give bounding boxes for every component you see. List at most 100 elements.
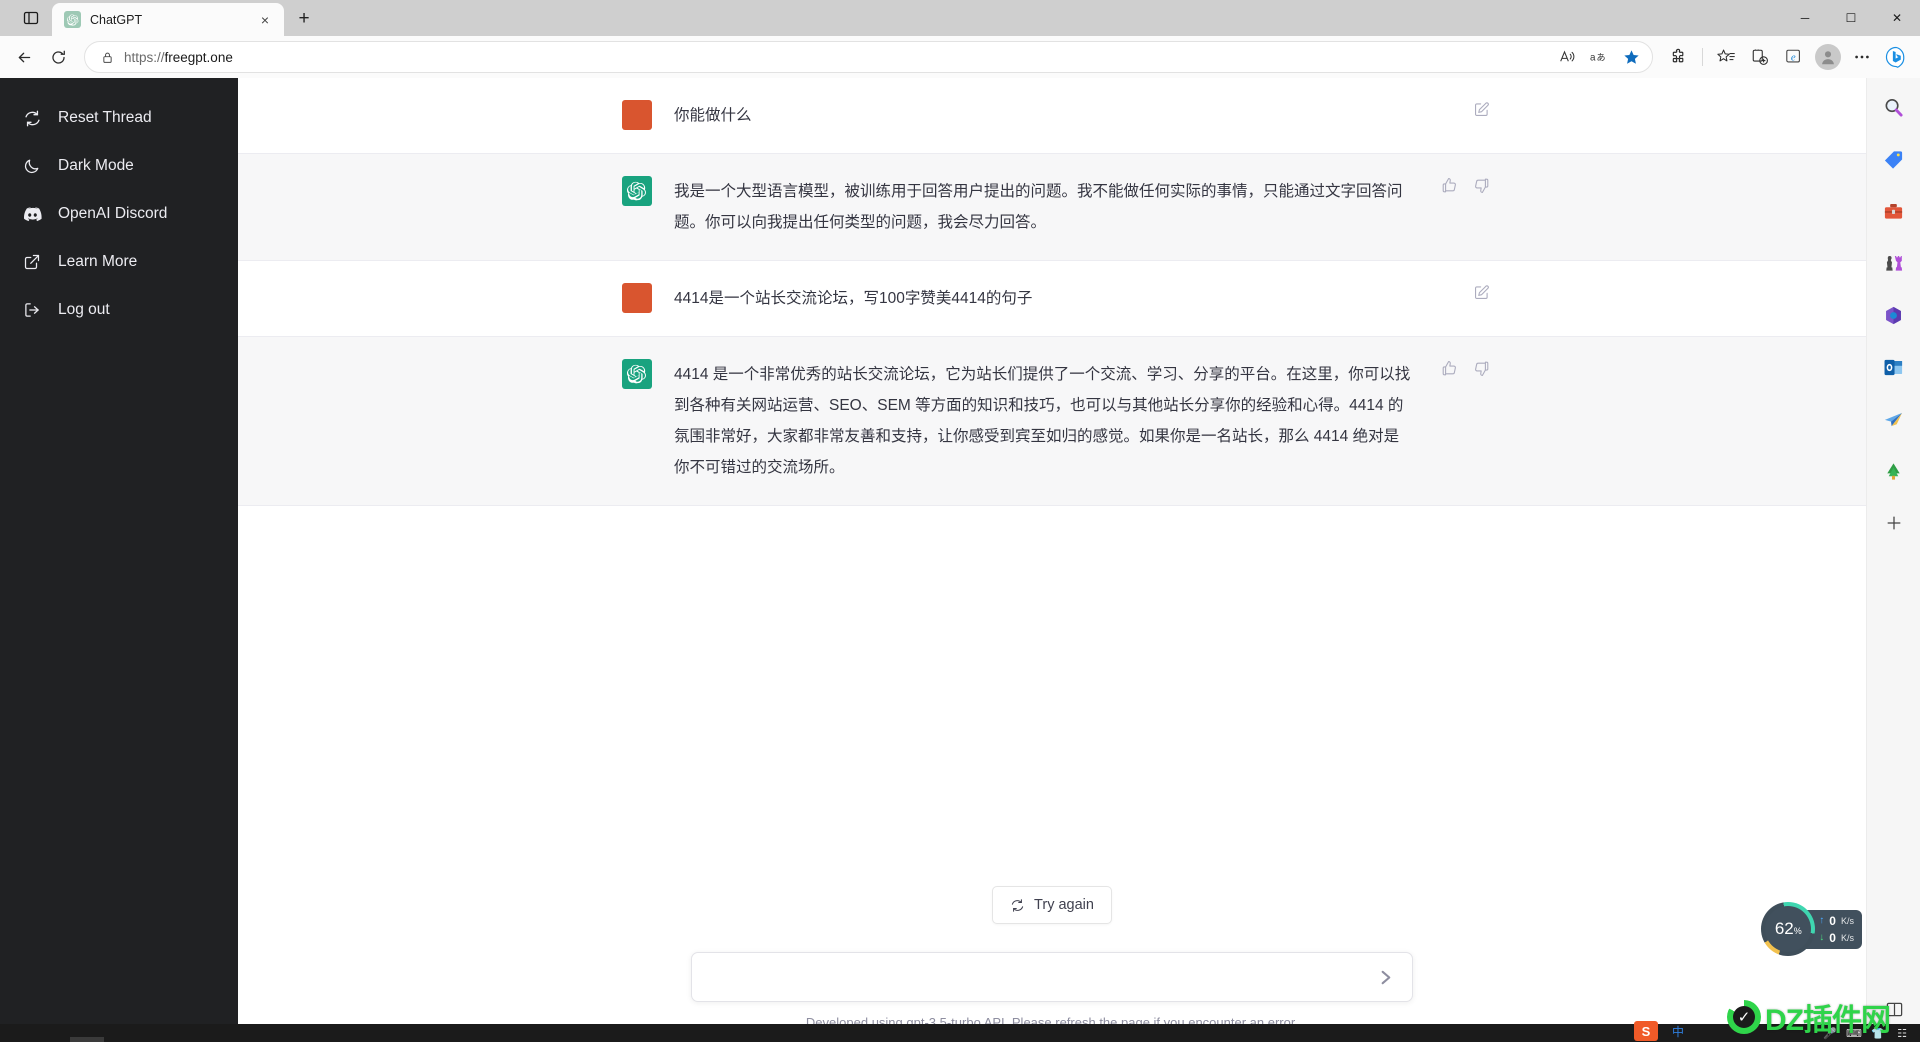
message-inner: 4414 是一个非常优秀的站长交流论坛，它为站长们提供了一个交流、学习、分享的平… xyxy=(622,337,1488,505)
edit-icon[interactable] xyxy=(1470,98,1492,120)
browser-tab[interactable]: ChatGPT × xyxy=(52,3,284,36)
chat-message-assistant: 4414 是一个非常优秀的站长交流论坛，它为站长们提供了一个交流、学习、分享的平… xyxy=(238,337,1866,506)
message-inner: 4414是一个站长交流论坛，写100字赞美4414的句子 xyxy=(622,261,1489,336)
tools-briefcase-icon[interactable] xyxy=(1879,196,1909,226)
microphone-icon[interactable]: 🎤 xyxy=(1822,1025,1838,1041)
message-actions xyxy=(1470,281,1492,303)
settings-more-icon[interactable] xyxy=(1846,41,1878,73)
ime-language-indicator[interactable]: 中 xyxy=(1672,1023,1684,1040)
chat-main: 你能做什么 我是一个大型语言模型，被训练用于回答用户提出的问题。我不能做任何实际… xyxy=(238,78,1866,1042)
outlook-icon[interactable] xyxy=(1879,352,1909,382)
discord-icon xyxy=(22,204,42,224)
browser-toolbar: https://freegpt.one a あ e xyxy=(0,36,1920,78)
taskbar-left-item[interactable] xyxy=(70,1037,104,1042)
composer[interactable] xyxy=(691,952,1413,1002)
sidebar-item-dark-mode[interactable]: Dark Mode xyxy=(0,142,238,190)
app-sidebar: Reset Thread Dark Mode OpenAI Discord Le… xyxy=(0,78,238,1042)
thumbs-up-icon[interactable] xyxy=(1438,174,1460,196)
refresh-icon[interactable] xyxy=(42,41,74,73)
thumbs-down-icon[interactable] xyxy=(1470,357,1492,379)
favorite-star-icon[interactable] xyxy=(1616,43,1646,71)
omnibox-actions: a あ xyxy=(1552,43,1646,71)
cpu-usage-dial: 62% xyxy=(1761,902,1816,956)
split-screen-icon xyxy=(1879,994,1909,1024)
address-bar[interactable]: https://freegpt.one a あ xyxy=(84,41,1653,73)
windows-taskbar: 🎤 ⌨ 👕 ☷ xyxy=(0,1024,1920,1042)
chat-thread: 你能做什么 我是一个大型语言模型，被训练用于回答用户提出的问题。我不能做任何实际… xyxy=(238,78,1866,886)
download-row: ↓ 0 K/s xyxy=(1819,931,1854,945)
upload-unit: K/s xyxy=(1840,915,1854,926)
close-window-button[interactable]: ✕ xyxy=(1874,0,1920,36)
thumbs-down-icon[interactable] xyxy=(1470,174,1492,196)
sidebar-item-label: Learn More xyxy=(58,253,138,270)
thumbs-up-icon[interactable] xyxy=(1438,357,1460,379)
message-inner: 你能做什么 xyxy=(622,78,1489,153)
browser-window: ChatGPT × + ─ ☐ ✕ https://freegpt.one a … xyxy=(0,0,1920,1042)
message-actions xyxy=(1438,174,1492,196)
read-aloud-icon[interactable] xyxy=(1552,43,1582,71)
apps-icon[interactable]: ☷ xyxy=(1894,1025,1910,1041)
percent-unit: % xyxy=(1793,926,1802,936)
sogou-ime-icon[interactable]: S xyxy=(1634,1021,1658,1041)
chat-message-user: 你能做什么 xyxy=(238,78,1866,154)
download-value: 0 xyxy=(1829,930,1836,945)
favorites-icon[interactable] xyxy=(1710,41,1742,73)
message-text: 4414 是一个非常优秀的站长交流论坛，它为站长们提供了一个交流、学习、分享的平… xyxy=(674,366,1411,476)
chat-message-user: 4414是一个站长交流论坛，写100字赞美4414的句子 xyxy=(238,261,1866,337)
keyboard-icon[interactable]: ⌨ xyxy=(1846,1025,1862,1041)
try-again-row: Try again xyxy=(238,886,1866,924)
message-actions xyxy=(1470,98,1492,120)
sidebar-item-openai-discord[interactable]: OpenAI Discord xyxy=(0,190,238,238)
message-input[interactable] xyxy=(706,968,1372,986)
sidebar-item-learn-more[interactable]: Learn More xyxy=(0,238,238,286)
maximize-button[interactable]: ☐ xyxy=(1828,0,1874,36)
system-tray: 🎤 ⌨ 👕 ☷ xyxy=(1822,1024,1920,1042)
user-avatar xyxy=(622,100,652,130)
tab-close-icon[interactable]: × xyxy=(256,11,274,29)
send-arrow-icon[interactable] xyxy=(1372,964,1398,990)
bing-chat-icon[interactable] xyxy=(1880,41,1912,73)
user-avatar xyxy=(622,283,652,313)
extensions-icon[interactable] xyxy=(1663,41,1695,73)
download-unit: K/s xyxy=(1840,932,1854,943)
tab-overview-button[interactable] xyxy=(16,3,46,33)
sidebar-item-label: Reset Thread xyxy=(58,109,152,126)
collections-icon[interactable] xyxy=(1744,41,1776,73)
microsoft365-icon[interactable] xyxy=(1879,300,1909,330)
svg-text:e: e xyxy=(1791,52,1796,64)
lock-icon xyxy=(101,51,114,64)
profile-icon[interactable] xyxy=(1815,44,1841,70)
tab-strip: ChatGPT × + xyxy=(0,0,318,36)
sidebar-item-reset-thread[interactable]: Reset Thread xyxy=(0,94,238,142)
edit-icon[interactable] xyxy=(1470,281,1492,303)
message-text: 你能做什么 xyxy=(674,107,752,124)
external-link-icon xyxy=(22,252,42,272)
split-screen-button[interactable] xyxy=(1867,994,1920,1024)
window-controls: ─ ☐ ✕ xyxy=(1782,0,1920,36)
tree-icon[interactable] xyxy=(1879,456,1909,486)
back-icon[interactable] xyxy=(8,41,40,73)
openai-avatar xyxy=(622,359,652,389)
shopping-tag-icon[interactable] xyxy=(1879,144,1909,174)
svg-text:a: a xyxy=(1590,53,1596,64)
upload-value: 0 xyxy=(1829,913,1836,928)
page-viewport: Reset Thread Dark Mode OpenAI Discord Le… xyxy=(0,78,1920,1042)
message-text: 4414是一个站长交流论坛，写100字赞美4414的句子 xyxy=(674,290,1033,307)
translate-icon[interactable]: a あ xyxy=(1584,43,1614,71)
try-again-label: Try again xyxy=(1034,897,1094,913)
upload-arrow-icon: ↑ xyxy=(1819,915,1825,926)
minimize-button[interactable]: ─ xyxy=(1782,0,1828,36)
ie-mode-icon[interactable]: e xyxy=(1778,41,1810,73)
add-icon[interactable] xyxy=(1879,508,1909,538)
network-speed-widget[interactable]: 62% ↑ 0 K/s ↓ 0 K/s xyxy=(1761,902,1862,956)
search-icon[interactable] xyxy=(1879,92,1909,122)
paper-plane-icon[interactable] xyxy=(1879,404,1909,434)
reset-icon xyxy=(22,108,42,128)
refresh-icon xyxy=(1010,898,1025,913)
try-again-button[interactable]: Try again xyxy=(992,886,1112,924)
shirt-icon[interactable]: 👕 xyxy=(1870,1025,1886,1041)
new-tab-button[interactable]: + xyxy=(290,5,318,33)
sidebar-item-log-out[interactable]: Log out xyxy=(0,286,238,334)
upload-row: ↑ 0 K/s xyxy=(1819,914,1854,928)
games-chess-icon[interactable] xyxy=(1879,248,1909,278)
